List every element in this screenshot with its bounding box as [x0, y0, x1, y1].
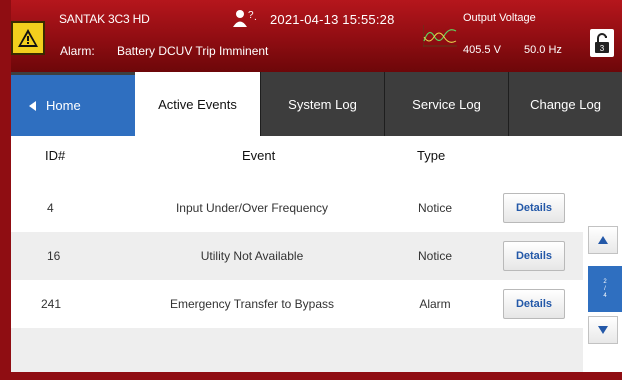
event-type: Notice: [417, 249, 453, 263]
tab-system-log[interactable]: System Log: [260, 72, 384, 136]
event-id: 4: [47, 201, 54, 215]
page-indicator: 2 / 4: [588, 266, 622, 312]
scroll-up-button[interactable]: [588, 226, 618, 254]
event-name: Input Under/Over Frequency: [175, 201, 329, 215]
tab-service-log[interactable]: Service Log: [384, 72, 508, 136]
column-header-event: Event: [242, 148, 276, 163]
lock-level: 3: [600, 44, 605, 53]
page-current: 2: [603, 278, 607, 285]
details-button[interactable]: Details: [503, 193, 565, 223]
tab-active-events[interactable]: Active Events: [135, 72, 260, 136]
empty-row: [11, 328, 583, 372]
user-question-icon[interactable]: ? .: [232, 8, 260, 30]
datetime: 2021-04-13 15:55:28: [270, 12, 395, 27]
event-name: Utility Not Available: [200, 249, 304, 263]
event-id: 241: [41, 297, 62, 311]
tab-change-log[interactable]: Change Log: [508, 72, 622, 136]
status-header: SANTAK 3C3 HD Alarm: Battery DCUV Trip I…: [0, 0, 622, 72]
arrow-up-icon: [598, 236, 608, 244]
warning-icon[interactable]: [11, 21, 45, 55]
page-total: 4: [603, 292, 607, 299]
home-label: Home: [46, 98, 81, 113]
alarm-label: Alarm:: [60, 44, 95, 58]
event-name: Emergency Transfer to Bypass: [169, 297, 335, 311]
output-voltage-label: Output Voltage: [463, 12, 536, 24]
alarm-text[interactable]: Battery DCUV Trip Imminent: [117, 44, 268, 58]
unlock-button[interactable]: 3: [590, 29, 614, 57]
table-row: 4 Input Under/Over Frequency Notice Deta…: [11, 184, 583, 232]
details-button[interactable]: Details: [503, 241, 565, 271]
device-name: SANTAK 3C3 HD: [59, 12, 150, 26]
home-button[interactable]: Home: [11, 75, 135, 136]
svg-text:.: .: [254, 12, 257, 23]
column-header-type: Type: [417, 148, 446, 163]
output-voltage-value: 405.5 V: [463, 44, 501, 56]
unlock-icon: 3: [595, 33, 609, 53]
waveform-icon: [422, 25, 457, 47]
frame-left-border: [0, 0, 11, 380]
frame-bottom-border: [0, 372, 622, 380]
page-separator: /: [604, 285, 606, 292]
arrow-down-icon: [598, 326, 608, 334]
table-row: 241 Emergency Transfer to Bypass Alarm D…: [11, 280, 583, 328]
event-type: Notice: [417, 201, 453, 215]
column-header-id: ID#: [45, 148, 66, 163]
event-id: 16: [47, 249, 61, 263]
tab-bar: Home Active Events System Log Service Lo…: [0, 72, 622, 136]
table-row: 16 Utility Not Available Notice Details: [11, 232, 583, 280]
back-arrow-icon: [29, 100, 36, 111]
details-button[interactable]: Details: [503, 289, 565, 319]
scroll-down-button[interactable]: [588, 316, 618, 344]
output-frequency-value: 50.0 Hz: [524, 44, 562, 56]
event-type: Alarm: [419, 297, 451, 311]
